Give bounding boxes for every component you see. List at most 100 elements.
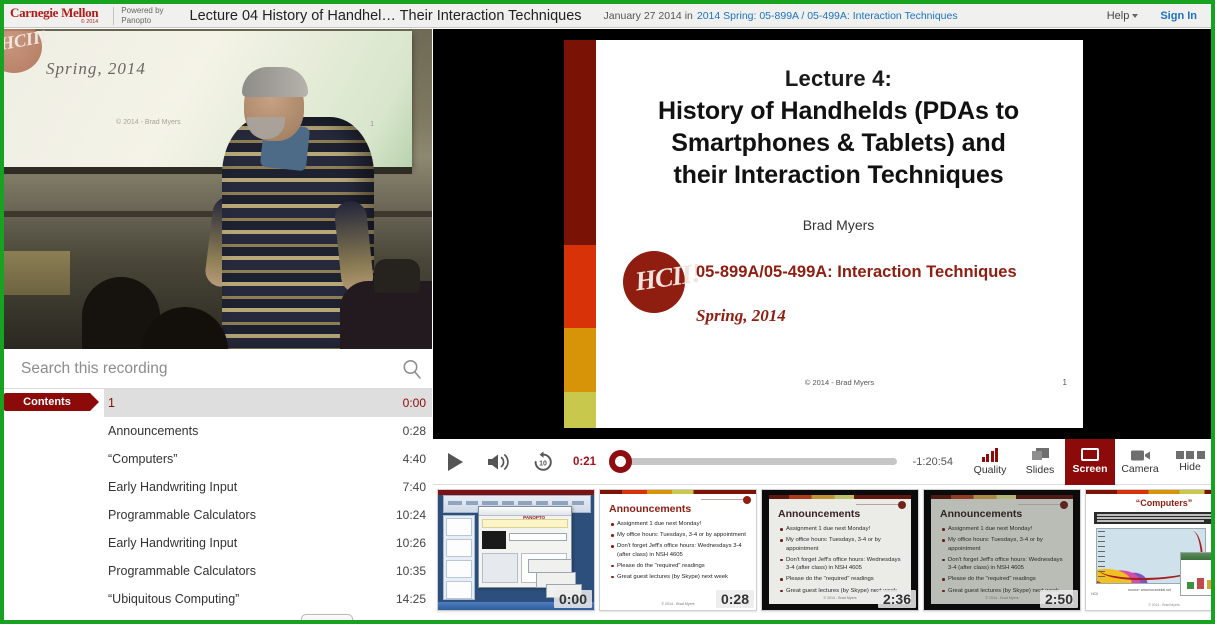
toc-row-timestamp: 10:35 <box>395 563 426 578</box>
screen-button[interactable]: Screen <box>1065 438 1115 485</box>
slide-footer: © 2014 - Brad Myers <box>1148 603 1180 607</box>
slide-band-4 <box>564 391 596 428</box>
slide-page-number: 1 <box>1062 378 1067 387</box>
slide-header-rule <box>856 504 898 505</box>
powered-by-line1: Powered by <box>121 6 164 15</box>
thumbnail-item[interactable]: Announcements Assignment 1 due next Mond… <box>599 489 757 611</box>
slide-bullet: Assignment 1 due next Monday! <box>780 525 905 534</box>
slides-icon <box>1031 447 1049 462</box>
mail-tooltip[interactable]: Mail <box>301 614 353 621</box>
header-divider <box>113 6 115 25</box>
current-time: 0:21 <box>573 455 597 468</box>
table-of-contents-row[interactable]: 1 0:00 <box>104 389 432 417</box>
slide-heading: “Computers” <box>1135 498 1193 508</box>
toc-row-timestamp: 0:00 <box>402 395 426 410</box>
table-of-contents-row[interactable]: PARC Tab18:00 <box>104 613 432 621</box>
volume-button[interactable] <box>477 439 521 485</box>
slides-button[interactable]: Slides <box>1015 439 1065 485</box>
table-of-contents-row[interactable]: “Computers” 4:40 <box>104 445 432 473</box>
slide-bullet: My office hours: Tuesdays, 3-4 or by app… <box>611 531 750 540</box>
screen-label: Screen <box>1072 463 1108 475</box>
slide-bullet: Please do the "required" readings <box>611 562 750 571</box>
search-input[interactable] <box>4 359 392 378</box>
chart-source-note: source: www.kurzweilai.net <box>1128 588 1172 592</box>
contents-tab-label: Contents <box>23 396 71 408</box>
slide-title-line2: Smartphones & Tablets) and <box>671 129 1006 157</box>
thumbnail-item[interactable]: PANOPTO 0:00 <box>437 489 595 611</box>
rewind-10-button[interactable]: 10 <box>521 439 565 485</box>
right-column: Lecture 4: History of Handhelds (PDAs to… <box>433 29 1211 620</box>
thumbnail-timestamp: 2:50 <box>1039 590 1078 608</box>
quality-button[interactable]: Quality <box>965 439 1015 485</box>
seek-bar[interactable] <box>602 439 907 485</box>
slide-band-2 <box>564 244 596 328</box>
table-of-contents-row[interactable]: Early Handwriting Input 10:26 <box>104 529 432 557</box>
slide-color-bands <box>931 495 1073 499</box>
table-of-contents-row[interactable]: Programmable Calculators 10:24 <box>104 501 432 529</box>
table-of-contents-row[interactable]: Programmable Calculators 10:35 <box>104 557 432 585</box>
table-of-contents-row[interactable]: “Ubiquitous Computing” 14:25 <box>104 585 432 613</box>
recording-date: January 27 2014 in <box>603 9 693 22</box>
camera-video-pane[interactable]: HCII! Spring, 2014 © 2014 - Brad Myers 1 <box>4 29 432 349</box>
slide-heading: Announcements <box>778 508 861 520</box>
svg-text:10: 10 <box>539 460 547 467</box>
table-of-contents-row[interactable]: Early Handwriting Input 7:40 <box>104 473 432 501</box>
chevron-down-icon <box>1132 13 1139 18</box>
hcii-logo-icon: HCII! <box>4 29 48 73</box>
toc-row-timestamp: 18:00 <box>396 620 426 621</box>
slide-band-3 <box>564 327 596 392</box>
help-menu[interactable]: Help <box>1107 10 1139 22</box>
camera-button[interactable]: Camera <box>1115 439 1165 485</box>
hcii-logo-text: HCII! <box>633 257 703 297</box>
slide-color-bands <box>769 495 911 499</box>
slide-color-bands <box>564 40 596 428</box>
toc-row-label: “Ubiquitous Computing” <box>108 591 240 606</box>
volume-icon <box>488 453 509 470</box>
toc-row-label: 1 <box>108 395 115 410</box>
slide-band-1 <box>564 40 596 245</box>
search-bar <box>4 349 432 389</box>
slide-bullet: Please do the "required" readings <box>942 575 1067 584</box>
rewind-10-icon: 10 <box>534 450 552 471</box>
camera-icon <box>1131 449 1150 461</box>
mail-tooltip-label: Mail <box>316 620 338 621</box>
slide-bullet: My office hours: Tuesdays, 3-4 or by app… <box>780 536 905 553</box>
course-folder-link[interactable]: 2014 Spring: 05-899A / 05-499A: Interact… <box>697 10 958 22</box>
seek-handle[interactable] <box>609 450 633 473</box>
camera-capture-preview: Announcements Assignment 1 due next Mond… <box>931 495 1073 604</box>
announcements-slide-preview: Announcements Assignment 1 due next Mond… <box>931 495 1073 604</box>
hide-button[interactable]: Hide <box>1165 439 1211 485</box>
lecturer-hair <box>242 67 308 97</box>
slide-caption-bar <box>1094 512 1211 524</box>
slide-lecture-number: Lecture 4: <box>784 66 893 91</box>
projected-copyright: © 2014 - Brad Myers <box>116 119 181 126</box>
table-of-contents-list: 1 0:00 Announcements 0:28 “Computers” 4:40 Ear… <box>104 389 432 621</box>
camera-capture-preview: Announcements Assignment 1 due next Mond… <box>769 495 911 604</box>
slide-copyright: © 2014 - Brad Myers <box>804 378 875 387</box>
quality-label: Quality <box>973 463 1007 476</box>
slide-bullet-list: Assignment 1 due next Monday! My office … <box>611 520 750 584</box>
dialog-warning-banner <box>482 519 568 528</box>
thumbnail-item[interactable]: Announcements Assignment 1 due next Mond… <box>761 489 919 611</box>
chart-axis-label: HCII <box>1091 592 1099 596</box>
announcements-slide-preview: Announcements Assignment 1 due next Mond… <box>769 495 911 604</box>
search-icon[interactable] <box>392 358 432 380</box>
chart-y-axis <box>1098 531 1105 581</box>
slide-bullet: Don't forget Jeff's office hours: Wednes… <box>942 556 1067 573</box>
signal-bars-icon <box>981 447 999 462</box>
slide-video-pane[interactable]: Lecture 4: History of Handhelds (PDAs to… <box>433 29 1211 439</box>
slide-bullet-list: Assignment 1 due next Monday! My office … <box>942 525 1067 598</box>
contents-tab[interactable]: Contents <box>4 393 99 411</box>
thumbnail-item[interactable]: Announcements Assignment 1 due next Mond… <box>923 489 1081 611</box>
slide-bullet: Don't forget Jeff's office hours: Wednes… <box>611 542 750 559</box>
table-of-contents-row[interactable]: Announcements 0:28 <box>104 417 432 445</box>
slide-thumbnail-strip[interactable]: PANOPTO 0:00 Announcements Assignment 1 … <box>433 485 1211 620</box>
sign-in-button[interactable]: Sign In <box>1160 10 1197 22</box>
slide-title-line3: their Interaction Techniques <box>673 161 1004 189</box>
thumbnail-timestamp: 0:28 <box>715 590 754 608</box>
slide-title: History of Handhelds (PDAs to Smartphone… <box>616 95 1061 191</box>
play-button[interactable] <box>433 439 477 485</box>
carnegie-mellon-logo[interactable]: Carnegie Mellon © 2014 <box>4 4 106 28</box>
thumbnail-item[interactable]: “Computers” source: www.kurzweilai.net H… <box>1085 489 1211 611</box>
powered-by-line2: Panopto <box>121 15 152 25</box>
